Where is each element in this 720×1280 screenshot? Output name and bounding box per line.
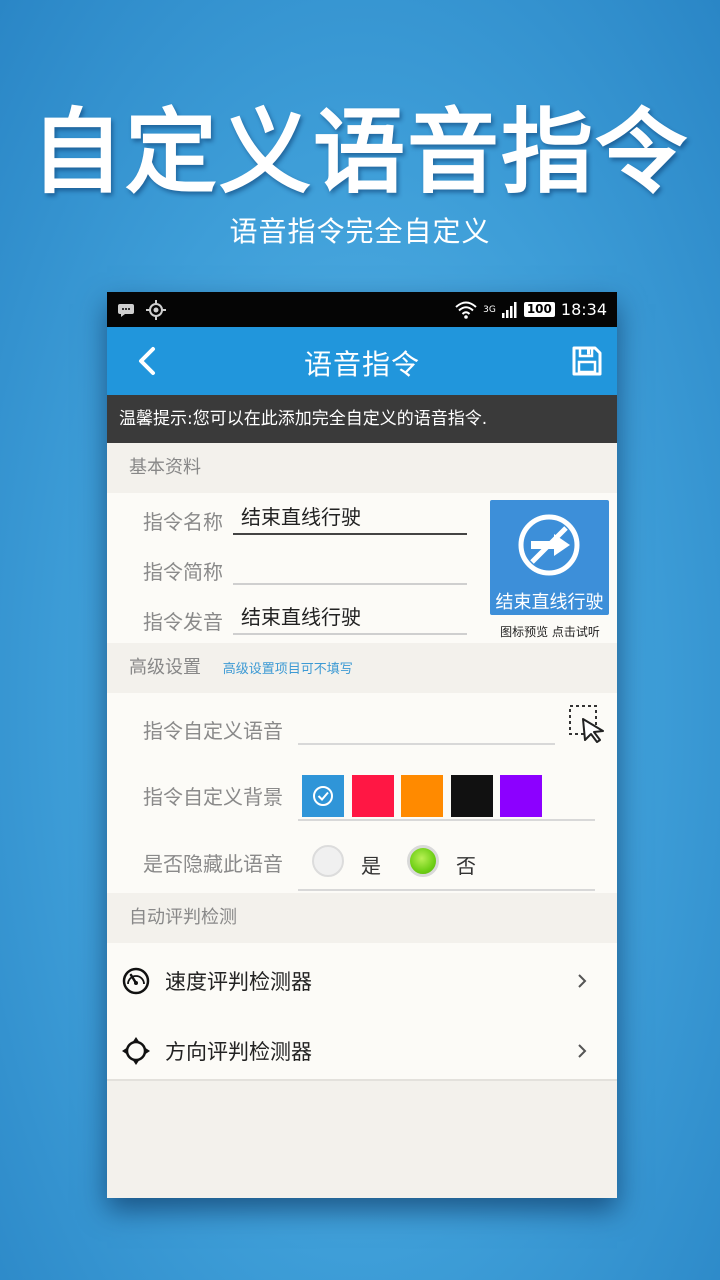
icon-preview-caption: 结束直线行驶 xyxy=(495,592,604,613)
hide-voice-label: 是否隐藏此语音 xyxy=(143,852,283,876)
phone-screen: 3G 100 18:34 语音指令 温馨提示:您可以在此添加完全自定义的语音指令… xyxy=(107,292,617,1198)
basic-info-panel: 指令名称 结束直线行驶 指令简称 指令发音 结束直线行驶 结束直线行驶 图标预览… xyxy=(107,493,617,643)
chevron-right-icon xyxy=(578,1044,587,1058)
section-title: 自动评判检测 xyxy=(129,907,237,928)
check-circle-icon xyxy=(313,786,333,806)
background-color-label: 指令自定义背景 xyxy=(143,785,283,809)
direction-icon xyxy=(122,1037,150,1065)
hide-yes-radio[interactable] xyxy=(312,845,344,877)
wifi-icon xyxy=(455,301,477,319)
hide-yes-label: 是 xyxy=(361,854,381,878)
icon-preview-note: 图标预览 点击试听 xyxy=(500,625,600,639)
list-item-label: 方向评判检测器 xyxy=(165,1040,312,1064)
color-swatch[interactable] xyxy=(302,775,344,817)
section-header-advanced: 高级设置 高级设置项目可不填写 xyxy=(107,643,617,693)
hide-underline xyxy=(298,889,595,891)
custom-voice-input[interactable] xyxy=(298,711,555,743)
color-swatch[interactable] xyxy=(450,775,493,817)
field-label: 指令发音 xyxy=(143,610,223,634)
chevron-right-icon xyxy=(578,974,587,988)
field-label: 指令名称 xyxy=(143,510,223,534)
custom-voice-underline xyxy=(298,743,555,745)
promo-title: 自定义语音指令 xyxy=(30,99,689,206)
list-item-label: 速度评判检测器 xyxy=(165,970,312,994)
app-bar: 语音指令 xyxy=(107,327,617,395)
background-underline xyxy=(298,819,595,821)
signal-icon xyxy=(501,301,517,318)
color-swatch[interactable] xyxy=(500,775,542,817)
section-title: 基本资料 xyxy=(129,457,201,478)
end-straight-drive-icon xyxy=(518,514,580,576)
clock: 18:34 xyxy=(560,300,607,319)
battery-level: 100 xyxy=(523,302,555,317)
save-icon[interactable] xyxy=(571,345,603,377)
message-icon xyxy=(118,304,134,317)
select-cursor-icon[interactable] xyxy=(567,703,607,743)
command-pronunciation-input[interactable]: 结束直线行驶 xyxy=(233,601,467,635)
direction-detector-item[interactable]: 方向评判检测器 xyxy=(107,1017,617,1085)
field-command-pronunciation: 指令发音 结束直线行驶 xyxy=(143,601,467,635)
command-short-input[interactable] xyxy=(233,551,467,585)
promo-subtitle: 语音指令完全自定义 xyxy=(229,215,491,248)
tip-banner: 温馨提示:您可以在此添加完全自定义的语音指令. xyxy=(107,395,617,443)
color-swatch[interactable] xyxy=(401,775,443,817)
hide-no-radio[interactable] xyxy=(407,845,439,877)
status-bar: 3G 100 18:34 xyxy=(107,292,617,327)
detector-list: 速度评判检测器 方向评判检测器 xyxy=(107,943,617,1079)
speedometer-icon xyxy=(122,967,150,995)
section-header-basic: 基本资料 xyxy=(107,443,617,493)
speed-detector-item[interactable]: 速度评判检测器 xyxy=(107,947,617,1015)
network-type: 3G xyxy=(483,304,496,315)
advanced-settings-panel: 指令自定义语音 指令自定义背景 是否隐藏此语音 是 否 xyxy=(107,693,617,893)
gps-icon xyxy=(146,300,166,320)
custom-voice-label: 指令自定义语音 xyxy=(143,719,283,743)
field-command-short: 指令简称 xyxy=(143,551,467,585)
section-header-auto: 自动评判检测 xyxy=(107,893,617,943)
field-command-name: 指令名称 结束直线行驶 xyxy=(143,501,467,535)
command-name-input[interactable]: 结束直线行驶 xyxy=(233,501,467,535)
color-swatch[interactable] xyxy=(351,775,394,817)
section-hint: 高级设置项目可不填写 xyxy=(222,662,353,677)
field-label: 指令简称 xyxy=(143,560,223,584)
section-title: 高级设置 xyxy=(129,657,201,678)
hide-no-label: 否 xyxy=(456,854,476,878)
icon-preview-button[interactable]: 结束直线行驶 xyxy=(490,500,609,615)
page-title: 语音指令 xyxy=(303,348,420,381)
